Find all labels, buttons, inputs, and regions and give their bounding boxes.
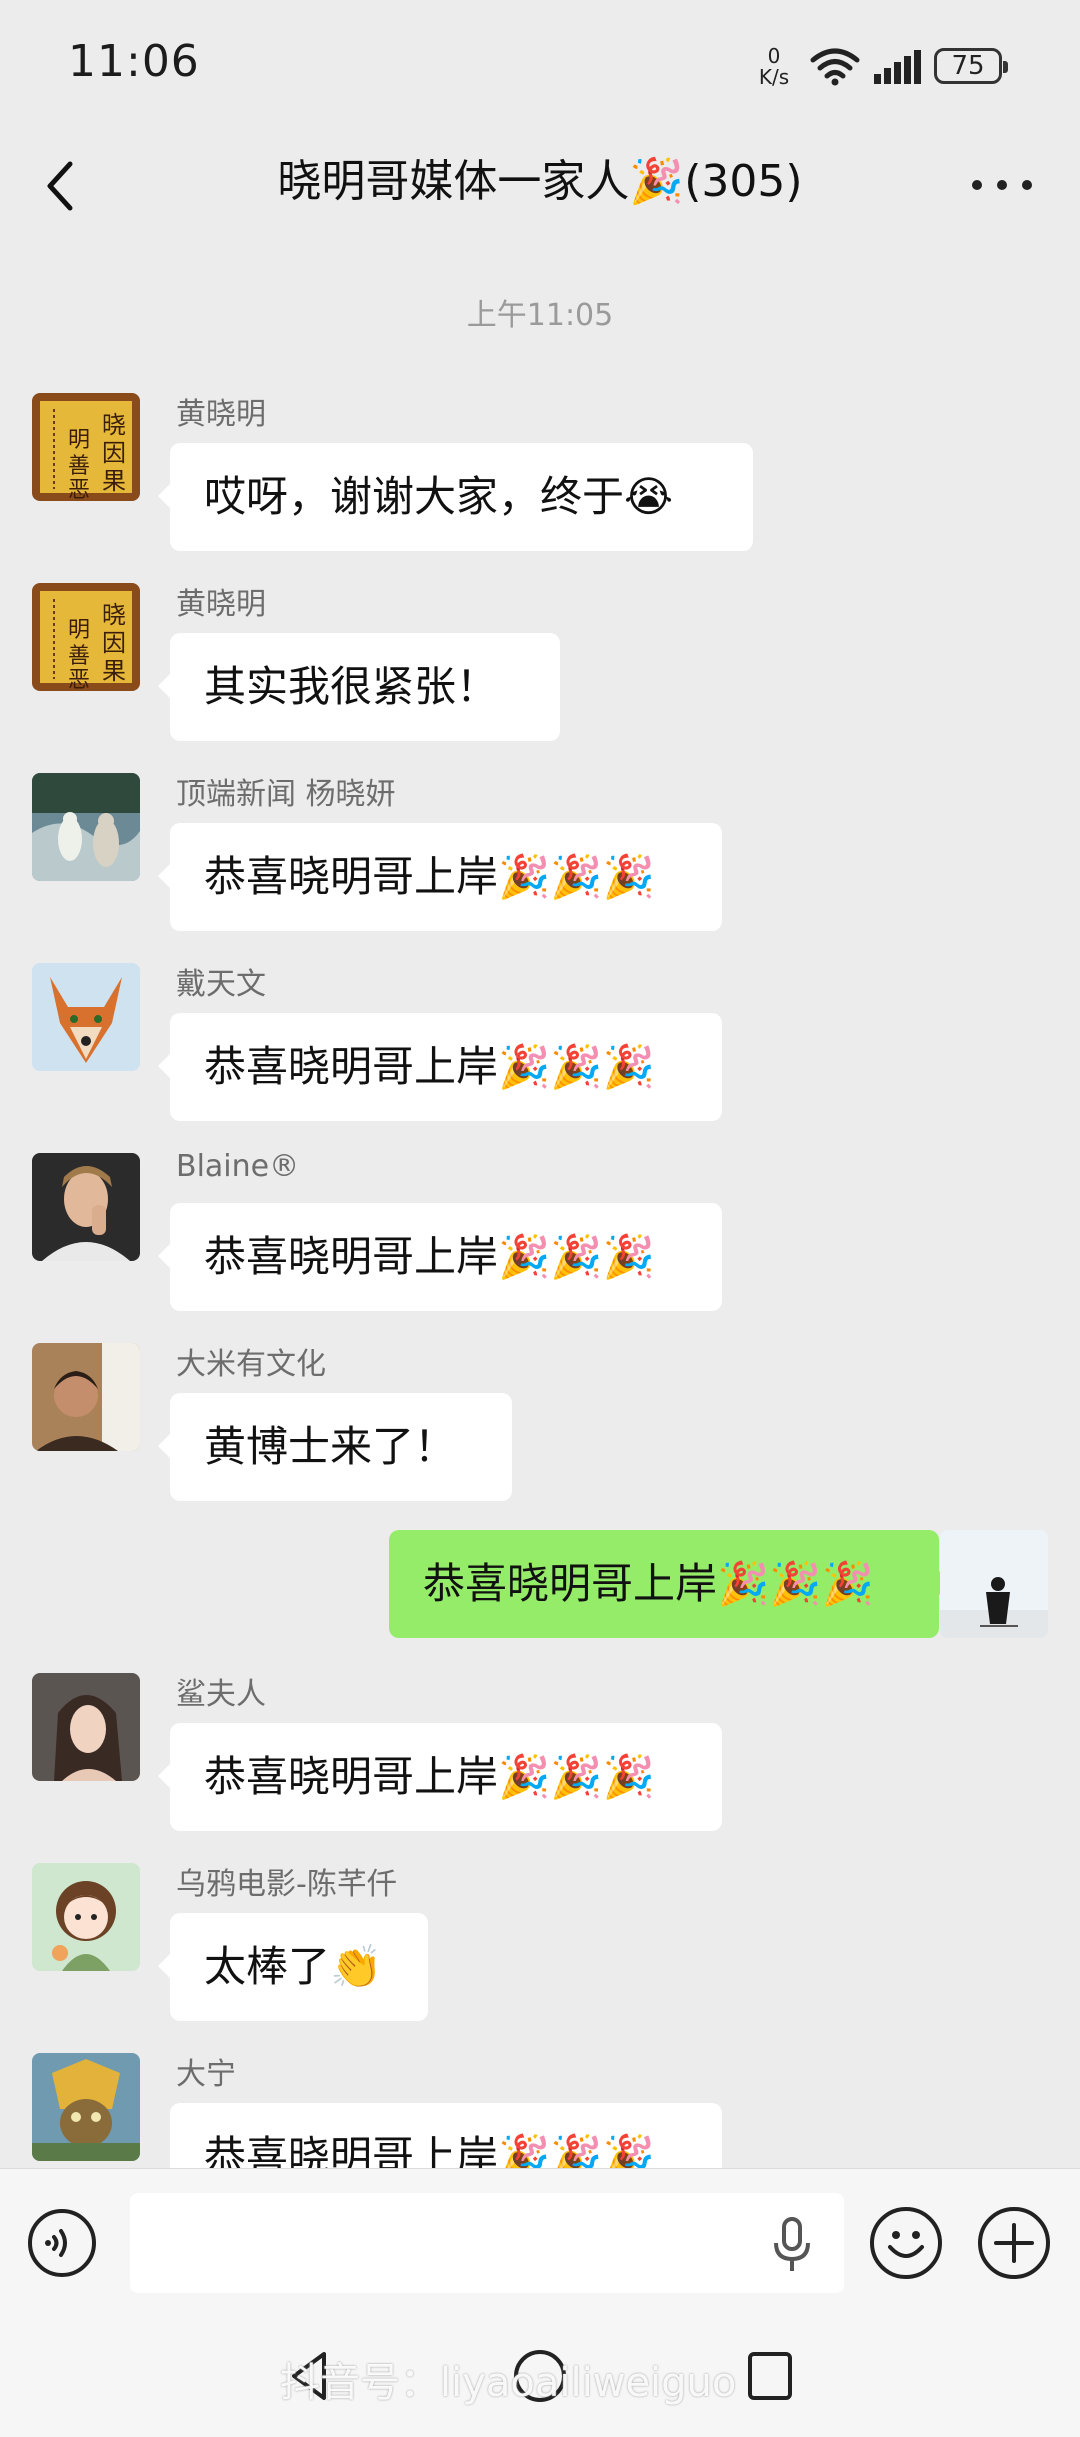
sender-name: 黄晓明 [176,397,266,432]
svg-text:因: 因 [102,629,126,657]
sender-name: 顶端新闻 杨晓妍 [176,777,396,812]
sender-name: 鲨夫人 [176,1677,266,1712]
sender-name: 乌鸦电影-陈芊仟 [176,1867,397,1902]
nav-recent-icon[interactable] [740,2346,800,2406]
sender-name: 戴天文 [176,967,266,1002]
avatar-man-photo[interactable] [32,1343,140,1451]
mic-icon[interactable] [770,2217,814,2273]
network-speed-value: 0 [767,44,781,68]
message-bubble-self[interactable]: 恭喜晓明哥上岸🎉🎉🎉 [389,1530,951,1638]
message-bubble[interactable]: 恭喜晓明哥上岸🎉🎉🎉 [158,823,722,931]
svg-text:明: 明 [68,428,90,453]
avatar-plaque[interactable]: 晓 因 果 明 善 恶 [32,583,140,691]
svg-text:果: 果 [102,657,126,685]
avatar-self[interactable] [940,1530,1048,1638]
avatar-plaque[interactable]: 晓 因 果 明 善 恶 [32,393,140,501]
chat-title: 晓明哥媒体一家人🎉(305) [277,156,803,207]
avatar-photo-animals[interactable] [32,773,140,881]
message-bubble[interactable]: 黄博士来了！ [158,1393,512,1501]
voice-icon[interactable] [28,2209,96,2277]
svg-text:果: 果 [102,467,126,495]
avatar-game-character[interactable] [32,2053,140,2161]
sender-name: 黄晓明 [176,587,266,622]
status-time: 11:06 [68,36,200,87]
network-speed-unit: K/s [758,65,790,89]
plus-icon[interactable] [978,2207,1050,2279]
chat-input-bar [0,2168,1080,2319]
watermark: 抖音号：liyaoailiweiguo [280,2360,737,2406]
message-bubble[interactable]: 恭喜晓明哥上岸🎉🎉🎉 [158,1723,722,1831]
message-input[interactable] [130,2193,844,2293]
avatar-woman[interactable] [32,1673,140,1781]
system-navigation-bar: 抖音号：liyaoailiweiguo [0,2318,1080,2437]
signal-icon [874,50,921,84]
status-bar: 11:06 0 K/s 75 [0,0,1080,130]
svg-text:恶: 恶 [68,668,90,691]
message-bubble[interactable]: 恭喜晓明哥上岸🎉🎉🎉 [158,1203,722,1311]
sender-name: Blaine® [176,1149,300,1184]
more-icon[interactable] [972,180,1032,194]
svg-text:晓: 晓 [102,601,126,629]
message-bubble[interactable]: 哎呀，谢谢大家，终于😭 [158,443,753,551]
emoji-icon[interactable] [870,2207,942,2279]
svg-text:恶: 恶 [68,478,90,501]
wifi-icon [810,48,860,86]
message-bubble[interactable]: 其实我很紧张！ [158,633,560,741]
svg-text:因: 因 [102,439,126,467]
message-bubble[interactable]: 太棒了👏 [158,1913,428,2021]
svg-text:善: 善 [68,454,90,479]
avatar-cartoon-girl[interactable] [32,1863,140,1971]
svg-text:善: 善 [68,644,90,669]
sender-name: 大米有文化 [176,1347,326,1382]
battery-icon: 75 [934,48,1008,84]
message-timestamp: 上午11:05 [466,298,614,333]
avatar-fox[interactable] [32,963,140,1071]
sender-name: 大宁 [176,2057,236,2092]
avatar-man-portrait[interactable] [32,1153,140,1261]
message-bubble[interactable]: 恭喜晓明哥上岸🎉🎉🎉 [170,2103,722,2168]
network-speed: 0 K/s [756,46,792,88]
plaque-text: 晓 [102,411,126,439]
chat-header: 晓明哥媒体一家人🎉(305) [0,130,1080,240]
svg-text:明: 明 [68,618,90,643]
message-bubble[interactable]: 恭喜晓明哥上岸🎉🎉🎉 [158,1013,722,1121]
